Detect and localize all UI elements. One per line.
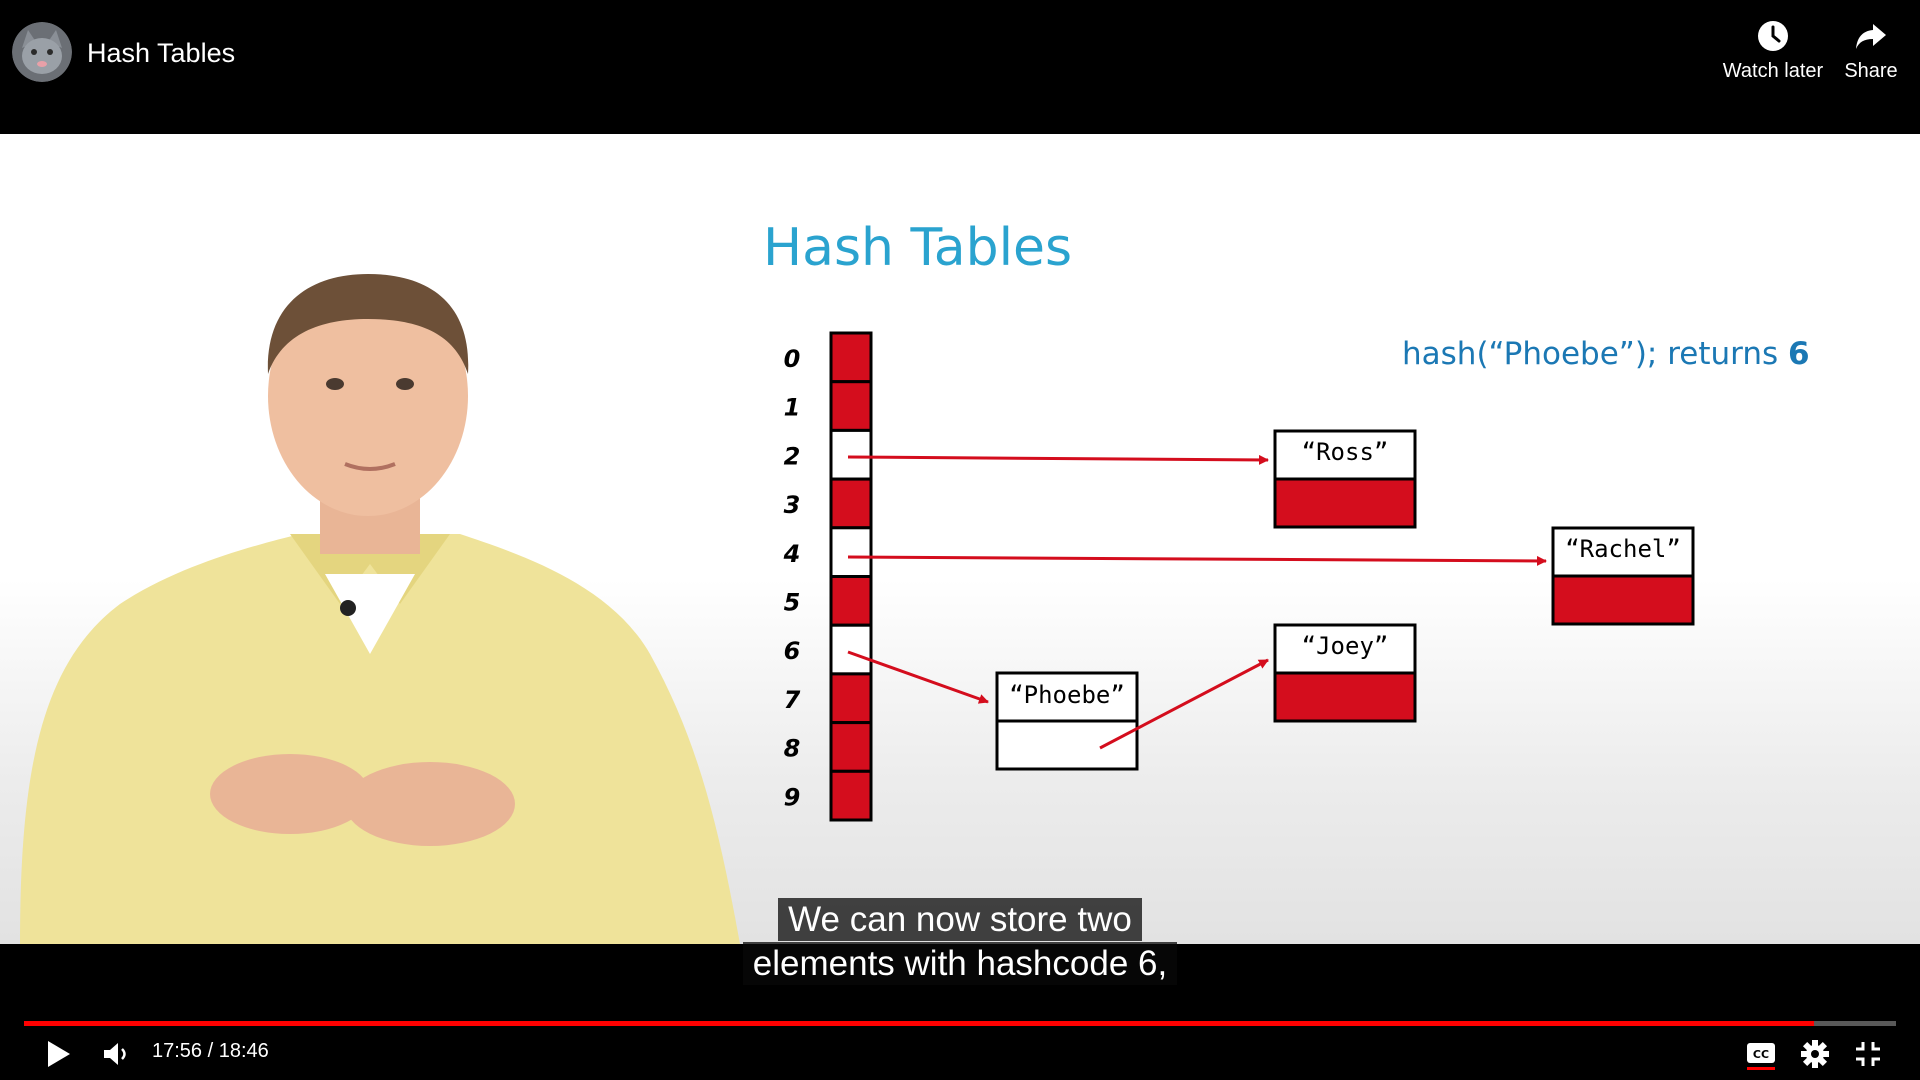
bucket-5 [829,575,873,627]
bucket-index-6: 6 [784,637,801,665]
bucket-6 [829,623,873,676]
bucket-2 [829,428,873,481]
node-joey-label: “Joey” [1302,632,1389,660]
volume-icon [104,1043,126,1065]
node-rachel-label: “Rachel” [1565,535,1681,563]
bucket-index-5: 5 [784,589,801,617]
settings-button[interactable] [1793,1032,1837,1076]
play-button[interactable] [36,1032,80,1076]
bucket-4 [829,526,873,578]
bucket-0 [829,331,873,384]
bucket-indices: 0 1 2 3 4 5 6 7 8 9 [783,345,801,811]
progress-played [24,1021,1814,1026]
bucket-8 [829,721,873,773]
node-joey: “Joey” [1273,623,1417,723]
caption-line-2: elements with hashcode 6, [0,942,1920,985]
bucket-1 [829,380,873,432]
node-ross-label: “Ross” [1302,438,1389,466]
bucket-index-1: 1 [784,394,801,422]
bucket-index-3: 3 [784,491,801,519]
time-display: 17:56 / 18:46 [152,1040,269,1062]
bucket-index-7: 7 [784,686,801,714]
cc-icon: CC [1747,1043,1775,1070]
bucket-index-9: 9 [784,783,801,811]
bucket-9 [829,769,873,822]
bucket-index-8: 8 [784,735,801,763]
caption-text-2: elements with hashcode 6, [742,942,1178,985]
gear-icon [1801,1040,1829,1068]
node-rachel: “Rachel” [1551,526,1695,626]
node-ross: “Ross” [1273,429,1417,529]
arrow-bucket4-to-rachel [847,555,1547,566]
arrow-bucket2-to-ross [847,454,1269,465]
mute-button[interactable] [94,1032,138,1076]
bucket-3 [829,477,873,530]
exit-fullscreen-button[interactable] [1846,1032,1890,1076]
svg-text:CC: CC [1753,1048,1769,1061]
bucket-index-4: 4 [783,540,801,568]
caption-text-1: We can now store two [778,898,1142,941]
node-phoebe-label: “Phoebe” [1009,681,1125,709]
bucket-7 [829,672,873,725]
play-icon [48,1041,70,1067]
bucket-array [829,331,873,822]
exit-fullscreen-icon [1856,1042,1880,1066]
bucket-index-2: 2 [784,442,801,470]
bucket-index-0: 0 [784,345,801,373]
node-phoebe: “Phoebe” [995,671,1139,771]
captions-button[interactable]: CC [1739,1032,1783,1076]
caption-line-1: We can now store two [0,898,1920,941]
